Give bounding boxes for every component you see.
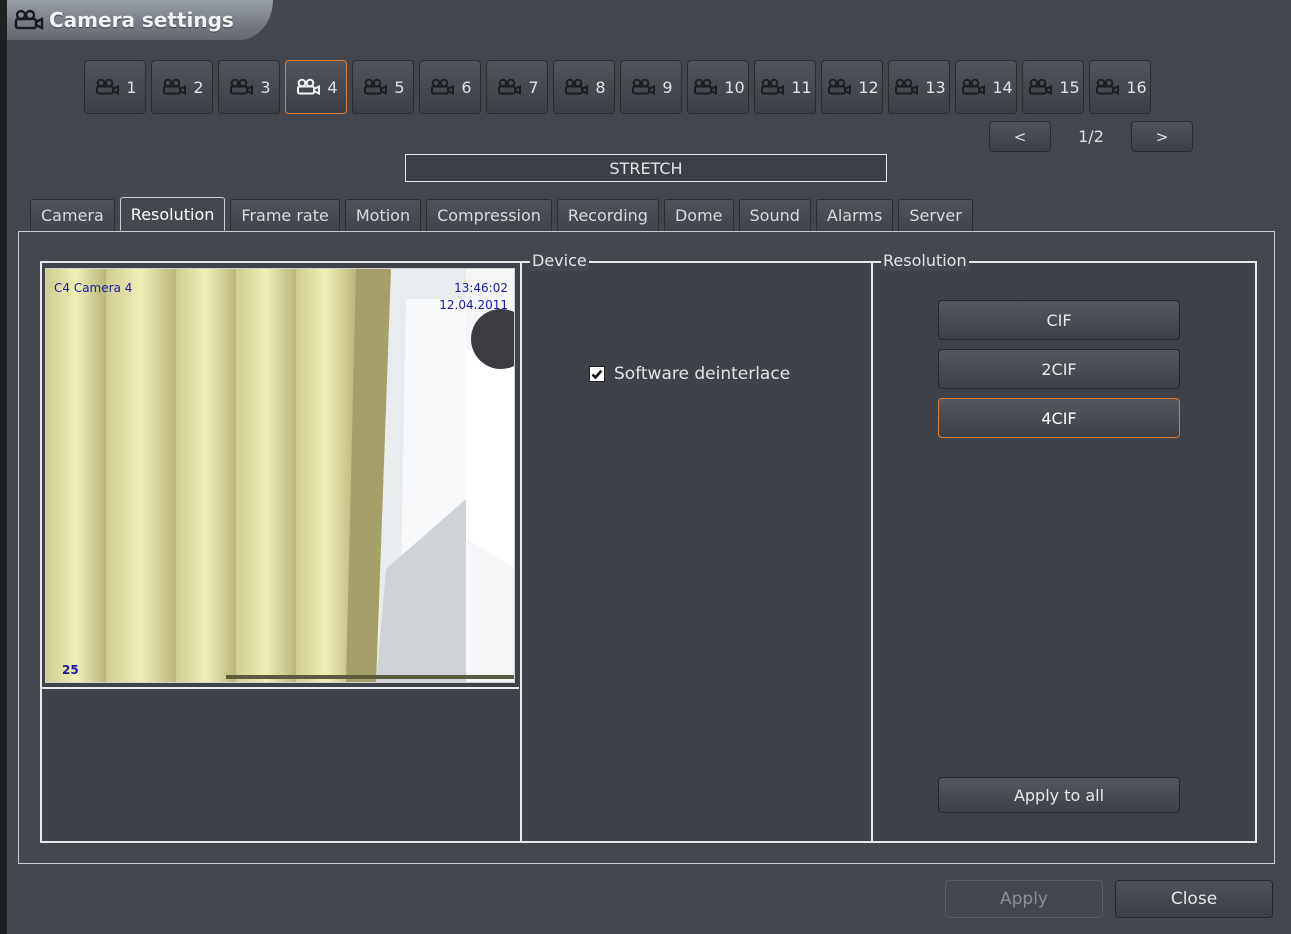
resolution-4cif-button[interactable]: 4CIF: [938, 398, 1180, 438]
camera-button-6[interactable]: 6: [419, 60, 481, 114]
resolution-group-label: Resolution: [881, 251, 969, 271]
camera-icon: [694, 78, 718, 96]
camera-icon: [364, 78, 388, 96]
camera-button-9[interactable]: 9: [620, 60, 682, 114]
tab-dome[interactable]: Dome: [663, 199, 734, 231]
camera-icon: [1029, 78, 1053, 96]
camera-group-icon: [13, 7, 47, 33]
apply-to-all-button[interactable]: Apply to all: [938, 777, 1180, 813]
device-group-label: Device: [530, 251, 589, 271]
camera-icon: [962, 78, 986, 96]
osd-fps: 25: [62, 663, 79, 677]
prev-page-button[interactable]: <: [989, 121, 1051, 152]
software-deinterlace-checkbox[interactable]: [589, 366, 605, 382]
camera-icon: [895, 78, 919, 96]
camera-icon: [761, 78, 785, 96]
tab-compression[interactable]: Compression: [426, 199, 552, 231]
tab-frame-rate[interactable]: Frame rate: [230, 199, 340, 231]
camera-button-2[interactable]: 2: [151, 60, 213, 114]
camera-icon: [565, 78, 589, 96]
device-group: Device Software deinterlace: [522, 251, 871, 841]
close-button[interactable]: Close: [1115, 880, 1273, 918]
camera-number: 5: [394, 77, 405, 97]
camera-icon: [297, 78, 321, 96]
camera-number: 12: [858, 77, 879, 97]
resolution-group: Resolution CIF 2CIF 4CIF Apply to all: [873, 251, 1255, 841]
title-bar: Camera settings: [7, 0, 273, 40]
window-title: Camera settings: [49, 8, 234, 32]
camera-number: 10: [724, 77, 745, 97]
resolution-2cif-button[interactable]: 2CIF: [938, 349, 1180, 389]
osd-camera-name: C4 Camera 4: [54, 281, 133, 295]
camera-button-4[interactable]: 4: [285, 60, 347, 114]
camera-button-11[interactable]: 11: [754, 60, 816, 114]
camera-number: 1: [126, 77, 137, 97]
resolution-panel: C4 Camera 4 13:46:02 12.04.2011 25 Devic…: [18, 231, 1275, 864]
apply-button[interactable]: Apply: [945, 880, 1103, 918]
tab-motion[interactable]: Motion: [344, 199, 422, 231]
checkmark-icon: [591, 369, 603, 380]
camera-button-13[interactable]: 13: [888, 60, 950, 114]
preview-image: [46, 269, 514, 682]
camera-number: 3: [260, 77, 271, 97]
camera-icon: [431, 78, 455, 96]
camera-pager: < 1/2 >: [989, 121, 1193, 153]
page-indicator: 1/2: [1078, 127, 1104, 146]
camera-button-7[interactable]: 7: [486, 60, 548, 114]
tab-camera[interactable]: Camera: [30, 199, 115, 231]
camera-icon: [1096, 78, 1120, 96]
camera-number: 6: [461, 77, 472, 97]
tab-server[interactable]: Server: [898, 199, 973, 231]
next-page-button[interactable]: >: [1131, 121, 1193, 152]
stretch-toggle[interactable]: STRETCH: [405, 154, 887, 182]
camera-preview: C4 Camera 4 13:46:02 12.04.2011 25: [45, 268, 515, 683]
camera-number: 9: [662, 77, 673, 97]
software-deinterlace-label: Software deinterlace: [614, 364, 791, 384]
camera-settings-window: Camera settings 1 2 3 4 5 6 7 8 9 10 11 12 13 14 15 16 …: [7, 0, 1291, 934]
camera-button-14[interactable]: 14: [955, 60, 1017, 114]
camera-icon: [828, 78, 852, 96]
camera-button-1[interactable]: 1: [84, 60, 146, 114]
preview-divider: [42, 687, 519, 689]
osd-time: 13:46:02: [454, 281, 508, 295]
tab-recording[interactable]: Recording: [556, 199, 659, 231]
camera-number: 7: [528, 77, 539, 97]
tab-sound[interactable]: Sound: [738, 199, 811, 231]
camera-button-15[interactable]: 15: [1022, 60, 1084, 114]
camera-button-10[interactable]: 10: [687, 60, 749, 114]
tab-alarms[interactable]: Alarms: [815, 199, 894, 231]
camera-selector: 1 2 3 4 5 6 7 8 9 10 11 12 13 14 15 16: [84, 60, 1151, 116]
camera-number: 8: [595, 77, 606, 97]
camera-number: 11: [791, 77, 812, 97]
camera-icon: [163, 78, 187, 96]
camera-number: 15: [1059, 77, 1080, 97]
osd-date: 12.04.2011: [439, 298, 508, 312]
camera-number: 16: [1126, 77, 1147, 97]
camera-icon: [96, 78, 120, 96]
resolution-content: C4 Camera 4 13:46:02 12.04.2011 25 Devic…: [40, 251, 1257, 843]
camera-button-5[interactable]: 5: [352, 60, 414, 114]
tab-resolution[interactable]: Resolution: [119, 197, 226, 231]
camera-number: 4: [327, 77, 338, 97]
camera-number: 2: [193, 77, 204, 97]
camera-button-12[interactable]: 12: [821, 60, 883, 114]
resolution-cif-button[interactable]: CIF: [938, 300, 1180, 340]
camera-icon: [632, 78, 656, 96]
camera-number: 14: [992, 77, 1013, 97]
settings-tabs: Camera Resolution Frame rate Motion Compress…: [30, 197, 973, 232]
camera-icon: [230, 78, 254, 96]
camera-number: 13: [925, 77, 946, 97]
camera-button-8[interactable]: 8: [553, 60, 615, 114]
camera-button-3[interactable]: 3: [218, 60, 280, 114]
camera-button-16[interactable]: 16: [1089, 60, 1151, 114]
software-deinterlace-option[interactable]: Software deinterlace: [589, 364, 790, 384]
camera-icon: [498, 78, 522, 96]
